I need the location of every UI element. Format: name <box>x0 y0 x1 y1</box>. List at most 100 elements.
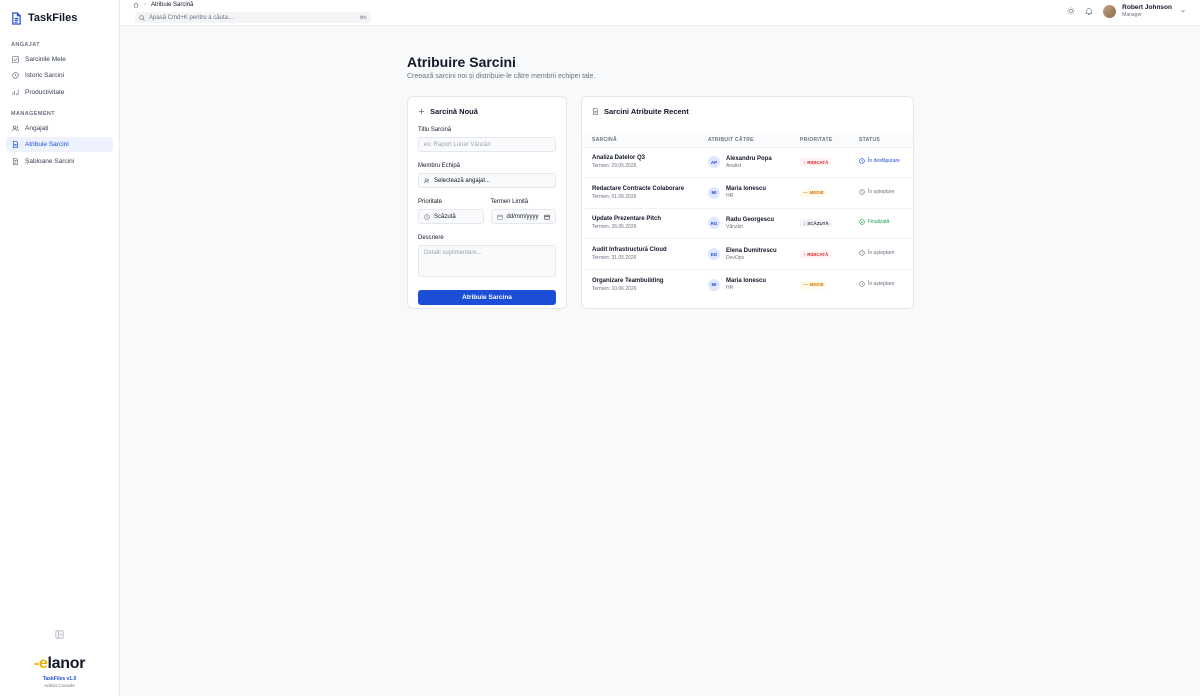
clock-icon <box>859 158 865 164</box>
description-textarea[interactable]: Detalii suplimentare... <box>418 245 556 277</box>
member-select-value: Selectează angajat... <box>434 177 491 184</box>
task-cell: Audit Infrastructură Cloud Termen: 31.05… <box>582 238 698 270</box>
assignee-role: DevOps <box>726 254 745 261</box>
priority-badge: ↓ SCĂZUTĂ <box>800 219 832 228</box>
task-title-placeholder: ex: Raport Lunar Vânzări <box>424 141 491 148</box>
task-cell: Redactare Contracte Colaborare Termen: 0… <box>582 177 698 209</box>
topbar-actions: Robert Johnson Manager <box>1067 4 1186 18</box>
sidebar-item-label: Istoric Sarcini <box>25 72 65 79</box>
task-due: Termen: 31.05.2026 <box>592 255 637 262</box>
table-row[interactable]: Audit Infrastructură Cloud Termen: 31.05… <box>582 238 913 270</box>
file-logo-icon <box>12 11 21 25</box>
status-text: În așteptare <box>868 280 895 287</box>
table-row[interactable]: Redactare Contracte Colaborare Termen: 0… <box>582 177 913 209</box>
plus-icon <box>418 108 425 115</box>
priority-badge: — MEDIE <box>800 280 827 289</box>
column-header-status: STATUS <box>849 133 913 148</box>
assignee-cell: AP Alexandru Popa Analist <box>698 147 790 179</box>
member-select[interactable]: Selectează angajat... <box>418 173 556 188</box>
priority-cell: ↑ RIDICATĂ <box>790 147 849 179</box>
section-label-management: MANAGEMENT <box>11 111 56 117</box>
priority-select[interactable]: Scăzută <box>418 209 484 224</box>
user-menu[interactable]: Robert Johnson Manager <box>1122 4 1172 18</box>
recent-tasks-title: Sarcini Atribuite Recent <box>604 107 689 116</box>
clock-icon <box>859 281 865 287</box>
sun-icon[interactable] <box>1067 7 1075 15</box>
page-title: Atribuire Sarcini <box>407 54 516 70</box>
brand-name: TaskFiles <box>28 12 78 24</box>
priority-arrow-icon: ↑ <box>803 159 806 165</box>
assignee-avatar: ED <box>708 248 720 261</box>
table-row[interactable]: Analiza Datelor Q3 Termen: 29.05.2026 AP… <box>582 147 913 179</box>
document-icon <box>592 108 599 115</box>
chevron-down-icon[interactable] <box>1180 8 1186 14</box>
table-row[interactable]: Update Prezentare Pitch Termen: 26.05.20… <box>582 208 913 240</box>
table-header-row: SARCINĂ ATRIBUIT CĂTRE PRIORITATE STATUS <box>582 133 913 148</box>
sidebar-item-task-templates[interactable]: Șabloane Sarcini <box>6 154 113 169</box>
assignee-name: Maria Ionescu <box>726 186 767 193</box>
assignee-role: HR <box>726 193 734 200</box>
table-row[interactable]: Organizare Teambuilding Termen: 10.06.20… <box>582 269 913 300</box>
recent-tasks-header: Sarcini Atribuite Recent <box>592 107 903 116</box>
sidebar-item-label: Atribuie Sarcini <box>25 141 69 148</box>
task-title-input[interactable]: ex: Raport Lunar Vânzări <box>418 137 556 152</box>
assignee-role: Vânzări <box>726 223 743 230</box>
status-badge: În așteptare <box>859 281 894 287</box>
sidebar-item-label: Șabloane Sarcini <box>25 157 75 165</box>
priority-cell: — MEDIE <box>790 269 849 300</box>
search-placeholder: Apasă Cmd+K pentru a căuta... <box>149 14 233 21</box>
status-badge: În așteptare <box>859 189 894 195</box>
breadcrumb: › Atribuie Sarcină <box>133 2 193 8</box>
brand[interactable]: TaskFiles <box>0 0 119 36</box>
task-name: Redactare Contracte Colaborare <box>592 185 685 192</box>
calendar-picker-icon[interactable] <box>544 214 550 220</box>
column-header-assignee: ATRIBUIT CĂTRE <box>698 133 790 148</box>
sidebar-item-assign-tasks[interactable]: Atribuie Sarcini <box>6 137 113 152</box>
status-text: În așteptare <box>868 250 895 257</box>
member-label: Membru Echipă <box>418 163 461 169</box>
priority-text: MEDIE <box>809 190 824 196</box>
user-icon <box>424 178 430 183</box>
sidebar-item-label: Sarcinile Mele <box>25 55 66 63</box>
priority-badge: ↑ RIDICATĂ <box>800 250 832 259</box>
task-cell: Organizare Teambuilding Termen: 10.06.20… <box>582 269 698 300</box>
priority-arrow-icon: ↑ <box>803 251 806 257</box>
elanor-logo: -elanor <box>33 655 86 672</box>
priority-arrow-icon: ↓ <box>803 220 806 226</box>
new-task-title: Sarcină Nouă <box>430 107 478 116</box>
task-name: Audit Infrastructură Cloud <box>592 247 667 254</box>
assignee-avatar: MI <box>708 278 720 291</box>
priority-arrow-icon: — <box>803 282 808 288</box>
document-icon <box>12 141 19 148</box>
recent-tasks-table: SARCINĂ ATRIBUIT CĂTRE PRIORITATE STATUS… <box>582 133 913 300</box>
collapse-sidebar-icon[interactable] <box>55 630 64 639</box>
column-header-task: SARCINĂ <box>582 133 698 148</box>
sidebar-item-task-history[interactable]: Istoric Sarcini <box>6 68 113 83</box>
search-input[interactable]: Apasă Cmd+K pentru a căuta... ⌘K <box>135 12 371 23</box>
priority-text: RIDICATĂ <box>807 251 829 257</box>
task-due: Termen: 29.05.2026 <box>592 163 637 170</box>
clock-icon <box>859 189 865 195</box>
priority-badge: ↑ RIDICATĂ <box>800 158 832 167</box>
sidebar-item-my-tasks[interactable]: Sarcinile Mele <box>6 52 113 67</box>
sidebar-item-productivity[interactable]: Productivitate <box>6 85 113 100</box>
task-due: Termen: 01.06.2026 <box>592 193 637 200</box>
assign-task-button[interactable]: Atribuie Sarcina <box>418 290 556 305</box>
assignee-cell: MI Maria Ionescu HR <box>698 269 790 300</box>
task-name: Analiza Datelor Q3 <box>592 155 646 162</box>
deadline-input[interactable]: dd/mm/yyyy <box>490 209 556 224</box>
app-console-label: Admin Console <box>44 683 75 688</box>
avatar[interactable] <box>1103 4 1117 18</box>
deadline-label: Termen Limită <box>490 199 529 205</box>
status-text: Finalizată <box>868 219 890 226</box>
priority-cell: — MEDIE <box>790 177 849 209</box>
bell-icon[interactable] <box>1085 7 1093 15</box>
clock-icon <box>424 213 430 220</box>
task-name: Update Prezentare Pitch <box>592 216 662 223</box>
description-placeholder: Detalii suplimentare... <box>424 250 482 256</box>
sidebar-item-employees[interactable]: Angajați <box>6 121 113 136</box>
home-icon[interactable] <box>133 2 139 8</box>
clock-icon <box>859 250 865 256</box>
status-cell: În așteptare <box>849 177 913 209</box>
checklist-icon <box>12 55 19 63</box>
